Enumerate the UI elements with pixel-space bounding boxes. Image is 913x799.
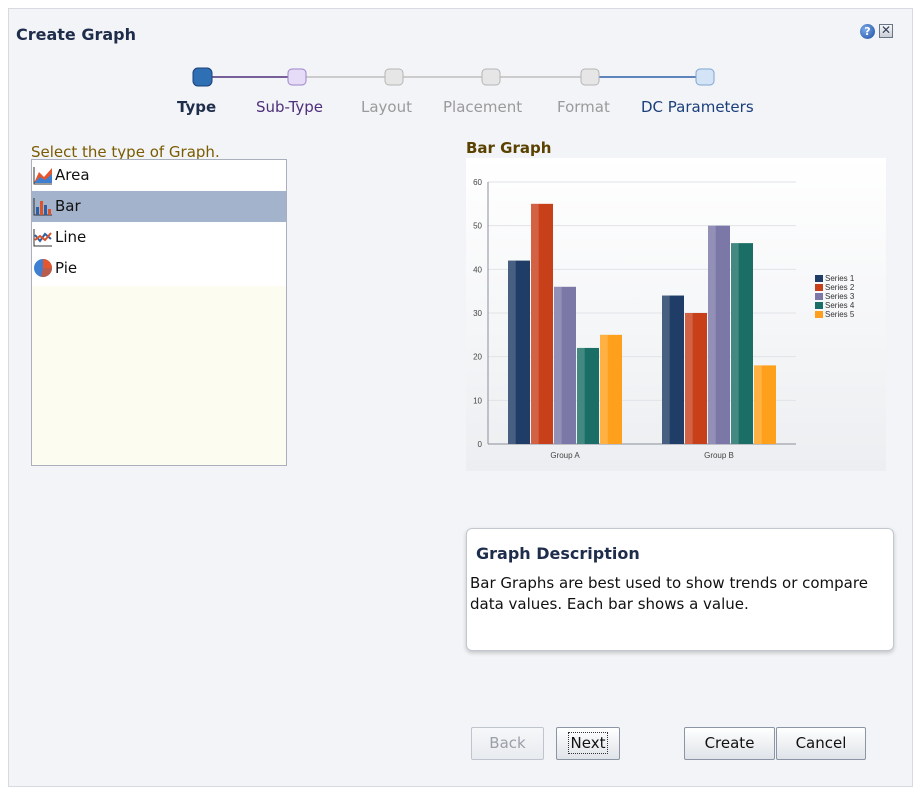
graph-type-list[interactable]: Area Bar Line Pie (31, 159, 287, 466)
step-placement-stop (481, 68, 501, 86)
area-chart-icon (33, 165, 53, 185)
next-label: Next (567, 732, 609, 754)
bar-highlight (531, 203, 539, 444)
legend-swatch (815, 284, 823, 291)
bar-highlight (731, 243, 739, 444)
bar-highlight (685, 313, 693, 444)
y-tick-label: 10 (473, 396, 482, 405)
bar-chart-icon (33, 198, 52, 216)
line-chart-icon (33, 229, 52, 247)
step-layout-stop (384, 68, 404, 86)
step-dc-parameters-stop[interactable] (695, 68, 715, 86)
type-item-label: Area (55, 166, 90, 184)
bar-highlight (577, 347, 585, 444)
x-tick-label: Group A (550, 451, 580, 460)
create-button[interactable]: Create (684, 727, 775, 760)
pie-chart-icon (34, 259, 53, 278)
step-subtype-stop[interactable] (287, 68, 307, 86)
type-item-line[interactable]: Line (32, 222, 286, 253)
step-type-stop (192, 67, 213, 87)
y-tick-label: 60 (473, 178, 482, 187)
legend-swatch (815, 275, 823, 282)
create-label: Create (704, 734, 755, 752)
type-item-area[interactable]: Area (32, 160, 286, 191)
bar-chart: 0102030405060Group A Group BSeries 1Serie… (473, 178, 855, 460)
step-layout: Layout (361, 98, 412, 116)
bar-highlight (508, 260, 516, 444)
legend-label: Series 5 (825, 310, 855, 319)
preview-title: Bar Graph (466, 139, 552, 157)
bar-highlight (662, 295, 670, 444)
legend-swatch (815, 293, 823, 300)
step-sub-type[interactable]: Sub-Type (256, 98, 323, 116)
bar-highlight (554, 286, 562, 444)
type-item-bar[interactable]: Bar (32, 191, 286, 222)
type-item-pie[interactable]: Pie (32, 253, 286, 284)
legend-swatch (815, 311, 823, 318)
description-text: Bar Graphs are best used to show trends … (470, 574, 868, 613)
description-title: Graph Description (476, 544, 640, 563)
y-tick-label: 0 (478, 440, 483, 449)
y-tick-label: 30 (473, 309, 482, 318)
bar-highlight (600, 334, 608, 444)
legend-swatch (815, 302, 823, 309)
cancel-button[interactable]: Cancel (776, 727, 866, 760)
bar-highlight (708, 225, 716, 444)
step-format: Format (557, 98, 610, 116)
type-item-label: Pie (55, 259, 78, 277)
legend-label: Series 2 (825, 283, 855, 292)
y-tick-label: 50 (473, 222, 482, 231)
bar-graph-preview: 0 10 20 30 40 50 60 Group A Group B Series 1 Serie… (466, 158, 886, 471)
type-item-label: Bar (55, 197, 81, 215)
legend-label: Series 3 (825, 292, 855, 301)
step-train: Type Sub-Type Layout Placement Format DC… (0, 0, 913, 130)
bar-highlight (754, 365, 762, 444)
y-tick-label: 20 (473, 353, 482, 362)
graph-description-box: Graph Description Bar Graphs are best us… (466, 528, 894, 651)
next-button[interactable]: Next (556, 727, 620, 760)
back-button[interactable]: Back (471, 727, 544, 760)
back-label: Back (489, 734, 526, 752)
legend-label: Series 4 (825, 301, 855, 310)
step-dc-parameters[interactable]: DC Parameters (641, 98, 754, 116)
x-tick-label: Group B (704, 451, 734, 460)
legend-label: Series 1 (825, 274, 855, 283)
step-type: Type (177, 98, 217, 116)
type-item-label: Line (55, 228, 87, 246)
cancel-label: Cancel (795, 734, 847, 752)
step-format-stop (580, 68, 600, 86)
step-placement: Placement (443, 98, 523, 116)
y-tick-label: 40 (473, 265, 482, 274)
